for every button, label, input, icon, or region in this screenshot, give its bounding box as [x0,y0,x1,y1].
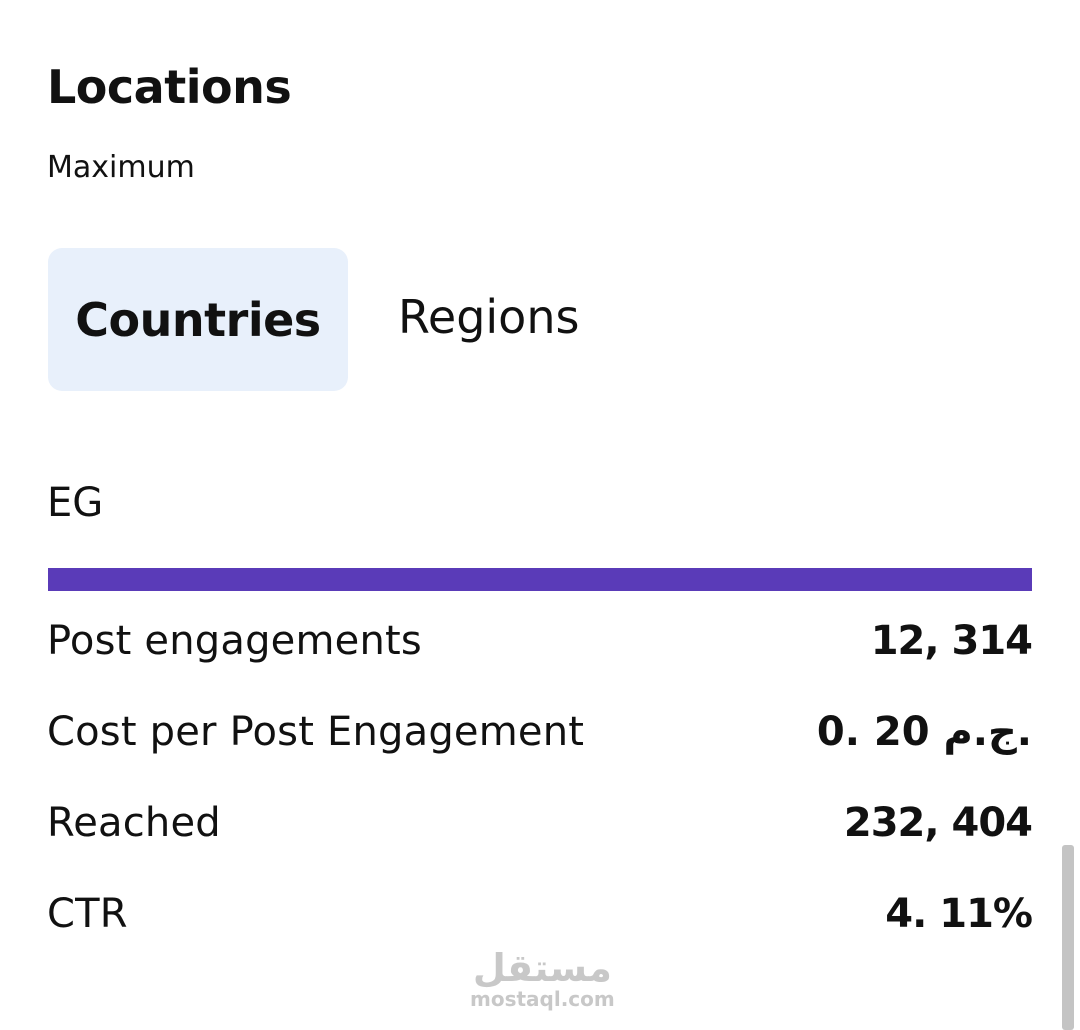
metric-value: 12, 314 [870,618,1033,664]
metric-row-reached: Reached 232, 404 [47,800,1033,846]
metric-label: Cost per Post Engagement [47,709,585,755]
metric-row-ctr: CTR 4. 11% [47,891,1033,937]
page-subtitle: Maximum [47,150,195,185]
metric-row-cost-per-engagement: Cost per Post Engagement 0. 20 ج.م. [47,709,1033,755]
watermark-latin: mostaql.com [470,987,615,1011]
metric-label: CTR [47,891,128,937]
watermark-logo: مستقل mostaql.com [470,948,615,1010]
tab-countries[interactable]: Countries [48,248,348,391]
metric-value: 4. 11% [885,891,1033,937]
metric-value: 0. 20 ج.م. [816,709,1033,755]
page-title: Locations [47,60,292,114]
metric-label: Post engagements [47,618,422,664]
metric-value: 232, 404 [843,800,1033,846]
country-label: EG [47,480,104,526]
country-bar-fill [48,568,1032,591]
metric-row-post-engagements: Post engagements 12, 314 [47,618,1033,664]
scrollbar[interactable] [1062,845,1074,1030]
metric-label: Reached [47,800,221,846]
watermark-arabic: مستقل [472,946,612,990]
country-bar [48,568,1032,591]
tab-regions[interactable]: Regions [398,290,579,344]
